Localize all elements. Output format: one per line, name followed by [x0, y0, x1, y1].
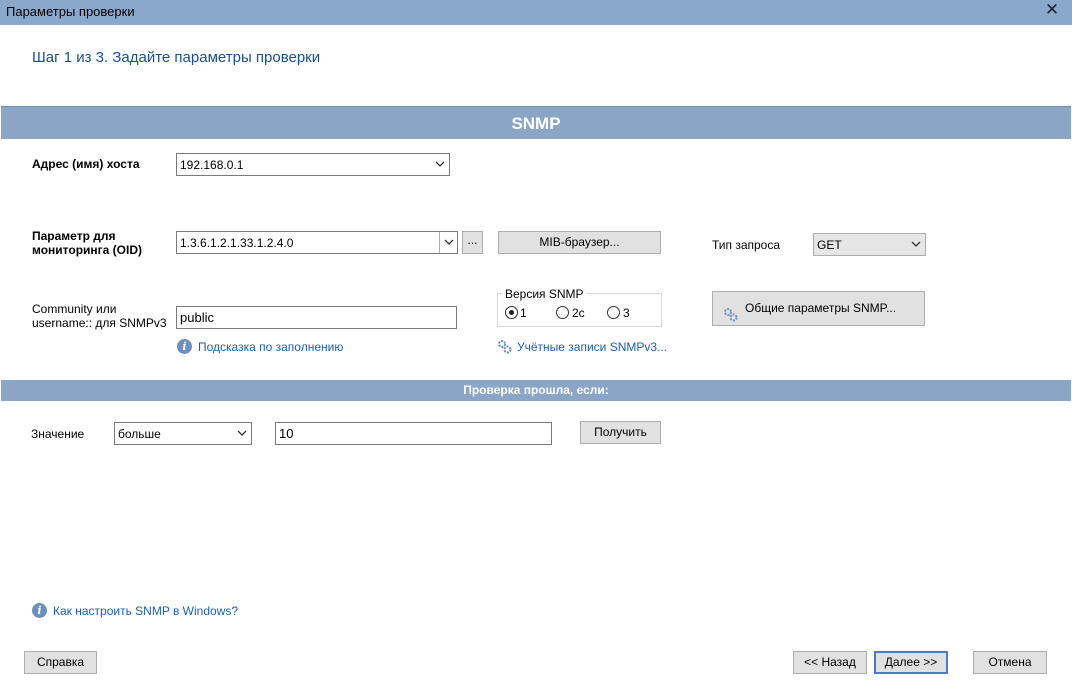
- radio-snmp-v2c-label: 2c: [572, 306, 585, 320]
- threshold-input[interactable]: 10: [275, 422, 552, 445]
- request-type-label: Тип запроса: [712, 238, 781, 252]
- oid-browse-button[interactable]: ...: [462, 231, 483, 254]
- community-label: Community или username:: для SNMPv3: [32, 302, 167, 330]
- back-button[interactable]: << Назад: [793, 651, 867, 674]
- comparison-select[interactable]: больше: [114, 422, 252, 445]
- close-icon[interactable]: ✕: [1042, 0, 1062, 21]
- comparison-value: больше: [118, 427, 161, 441]
- oid-label-line2: мониторинга (OID): [32, 243, 143, 257]
- snmp-version-legend: Версия SNMP: [503, 287, 586, 301]
- chevron-down-icon[interactable]: [431, 154, 449, 175]
- title-bar: Параметры проверки ✕: [0, 0, 1072, 25]
- step-title: Шаг 1 из 3. Задайте параметры проверки: [32, 49, 321, 66]
- general-snmp-params-label: Общие параметры SNMP...: [745, 301, 897, 315]
- general-snmp-params-button[interactable]: Общие параметры SNMP...: [712, 291, 925, 326]
- request-type-value: GET: [817, 238, 842, 252]
- request-type-select[interactable]: GET: [813, 233, 926, 256]
- oid-value: 1.3.6.1.2.1.33.1.2.4.0: [180, 236, 294, 250]
- info-icon: i: [177, 339, 192, 354]
- radio-snmp-v2c[interactable]: [556, 306, 569, 319]
- snmpv3-accounts-link[interactable]: Учётные записи SNMPv3...: [517, 340, 667, 354]
- radio-snmp-v1-label: 1: [520, 306, 527, 320]
- host-label: Адрес (имя) хоста: [32, 157, 140, 171]
- help-button[interactable]: Справка: [24, 651, 97, 674]
- section-header-snmp: SNMP: [1, 106, 1071, 139]
- next-button[interactable]: Далее >>: [874, 651, 948, 674]
- radio-snmp-v3[interactable]: [607, 306, 620, 319]
- community-label-line2: username:: для SNMPv3: [32, 316, 167, 330]
- cancel-button[interactable]: Отмена: [973, 651, 1047, 674]
- chevron-down-icon[interactable]: [439, 232, 457, 253]
- chevron-down-icon[interactable]: [907, 234, 925, 255]
- get-value-button[interactable]: Получить: [580, 421, 661, 444]
- info-icon: i: [32, 603, 47, 618]
- oid-combobox[interactable]: 1.3.6.1.2.1.33.1.2.4.0: [176, 231, 458, 254]
- community-input[interactable]: public: [176, 306, 457, 329]
- host-combobox[interactable]: 192.168.0.1: [176, 153, 450, 176]
- chevron-down-icon[interactable]: [233, 423, 251, 444]
- fill-hint-link[interactable]: Подсказка по заполнению: [198, 340, 343, 354]
- host-value: 192.168.0.1: [180, 158, 244, 172]
- mib-browser-button[interactable]: MIB-браузер...: [498, 231, 661, 254]
- value-label: Значение: [31, 427, 85, 441]
- section-header-check: Проверка прошла, если:: [1, 380, 1071, 401]
- gears-icon: [723, 302, 738, 335]
- gears-icon: [497, 339, 512, 357]
- radio-snmp-v1[interactable]: [505, 306, 518, 319]
- radio-snmp-v3-label: 3: [623, 306, 630, 320]
- threshold-value: 10: [279, 426, 294, 441]
- oid-label-line1: Параметр для: [32, 229, 116, 243]
- oid-label: Параметр для мониторинга (OID): [32, 229, 142, 257]
- community-label-line1: Community или: [32, 302, 117, 316]
- snmp-windows-help-link[interactable]: Как настроить SNMP в Windows?: [53, 604, 238, 618]
- window-title: Параметры проверки: [6, 4, 135, 19]
- community-value: public: [180, 310, 214, 325]
